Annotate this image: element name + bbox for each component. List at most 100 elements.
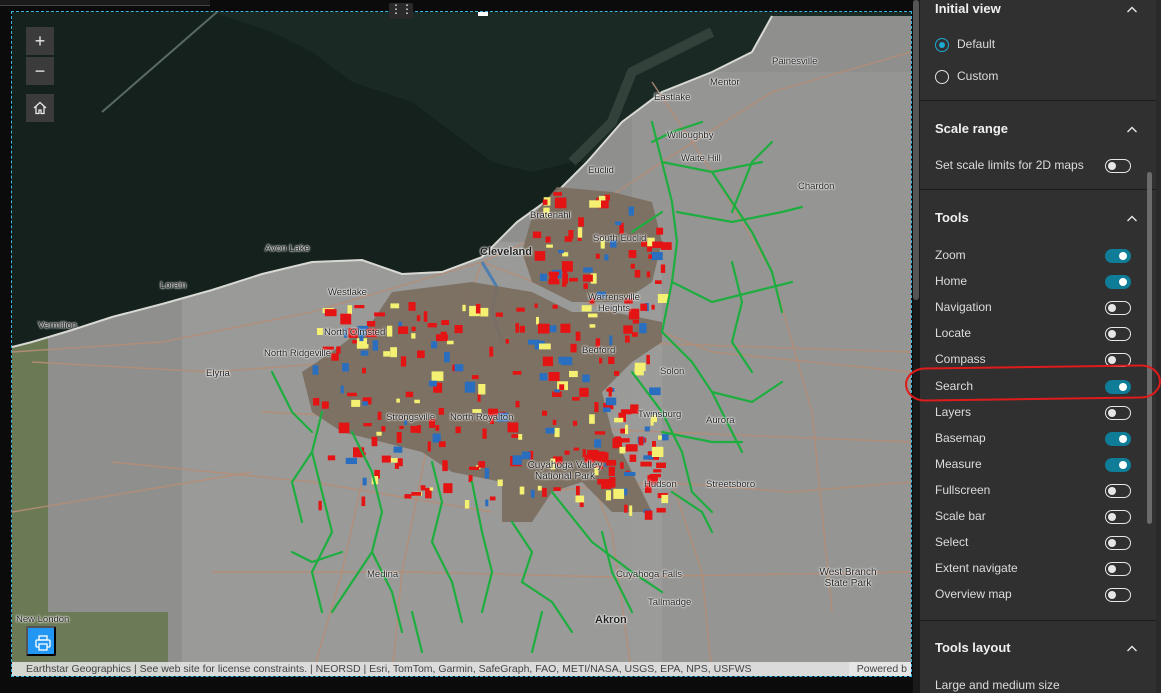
sewer-patch bbox=[646, 354, 650, 365]
sewer-patch bbox=[435, 425, 440, 431]
sewer-patch bbox=[362, 401, 368, 406]
sewer-patch bbox=[444, 351, 450, 363]
tool-toggle-extent-navigate[interactable] bbox=[1105, 562, 1131, 576]
tool-toggle-locate[interactable] bbox=[1105, 327, 1131, 341]
sewer-patch bbox=[643, 455, 654, 460]
sewer-patch bbox=[638, 436, 644, 446]
sewer-patch bbox=[661, 434, 669, 441]
sewer-patch bbox=[575, 331, 581, 341]
place-label: Bedford bbox=[582, 345, 616, 356]
sewer-patch bbox=[489, 496, 496, 501]
sewer-patch bbox=[539, 343, 551, 350]
tool-toggle-zoom[interactable] bbox=[1105, 249, 1131, 263]
sewer-patch bbox=[312, 365, 319, 375]
radio-default[interactable] bbox=[935, 38, 949, 52]
zoom-out-button[interactable]: − bbox=[26, 57, 54, 85]
sewer-patch bbox=[532, 231, 542, 239]
chevron-up-icon[interactable] bbox=[1126, 212, 1138, 224]
place-label: Mentor bbox=[710, 77, 740, 88]
panel-scrollbar[interactable] bbox=[1147, 172, 1152, 524]
sewer-patch bbox=[630, 263, 635, 269]
sewer-patch bbox=[537, 323, 550, 334]
sewer-patch bbox=[396, 398, 400, 403]
print-button[interactable] bbox=[26, 626, 56, 656]
sewer-patch bbox=[399, 425, 404, 430]
scale-limits-toggle[interactable] bbox=[1105, 159, 1131, 173]
place-label: New London bbox=[16, 614, 70, 625]
map-view[interactable]: Painesville Mentor Eastlake Willoughby W… bbox=[12, 12, 911, 676]
initial-view-section: Initial view Default Custom bbox=[920, 0, 1156, 100]
sewer-patch bbox=[604, 254, 609, 261]
sewer-patch bbox=[634, 367, 644, 376]
sewer-patch bbox=[374, 312, 385, 317]
sewer-patch bbox=[340, 385, 344, 394]
sewer-patch bbox=[542, 410, 548, 416]
tool-toggle-search[interactable] bbox=[1105, 380, 1131, 394]
top-toolbar-strip bbox=[0, 0, 210, 6]
sewer-patch bbox=[582, 274, 593, 282]
home-button[interactable] bbox=[26, 94, 54, 122]
sewer-patch bbox=[625, 424, 629, 435]
sewer-patch bbox=[484, 468, 490, 479]
tool-toggle-layers[interactable] bbox=[1105, 406, 1131, 420]
sewer-patch bbox=[342, 363, 349, 372]
tool-toggle-basemap[interactable] bbox=[1105, 432, 1131, 446]
section-title: Scale range bbox=[935, 121, 1008, 136]
sewer-patch bbox=[340, 313, 352, 325]
tool-label-select: Select bbox=[935, 535, 969, 549]
sewer-patch bbox=[562, 273, 568, 284]
sewer-patch bbox=[558, 250, 564, 254]
print-icon bbox=[35, 635, 51, 651]
powered-by-link[interactable]: Powered b bbox=[848, 662, 911, 676]
sewer-patch bbox=[548, 372, 560, 381]
tool-toggle-measure[interactable] bbox=[1105, 458, 1131, 472]
place-label: North Ridgeville bbox=[264, 348, 332, 359]
tool-toggle-fullscreen[interactable] bbox=[1105, 484, 1131, 498]
sewer-patch bbox=[650, 420, 654, 426]
sewer-patch bbox=[569, 370, 578, 378]
sewer-patch bbox=[605, 490, 611, 501]
sewer-patch bbox=[661, 494, 669, 504]
tool-label-extent-navigate: Extent navigate bbox=[935, 561, 1018, 575]
sewer-patch bbox=[546, 244, 553, 248]
sewer-patch bbox=[507, 422, 519, 433]
tool-toggle-home[interactable] bbox=[1105, 275, 1131, 289]
sewer-patch bbox=[381, 455, 391, 463]
home-icon bbox=[33, 101, 47, 115]
sewer-patch bbox=[404, 494, 412, 499]
tool-toggle-select[interactable] bbox=[1105, 536, 1131, 550]
sewer-patch bbox=[620, 462, 624, 469]
chevron-up-icon[interactable] bbox=[1126, 123, 1138, 135]
sewer-patch bbox=[411, 492, 422, 496]
sewer-patch bbox=[649, 387, 661, 396]
map-basemap bbox=[12, 12, 911, 676]
sewer-patch bbox=[594, 402, 599, 413]
sewer-patch bbox=[338, 422, 350, 434]
tool-label-navigation: Navigation bbox=[935, 300, 992, 314]
sewer-patch bbox=[639, 323, 647, 334]
sewer-patch bbox=[410, 425, 419, 433]
sewer-patch bbox=[495, 312, 503, 317]
radio-custom[interactable] bbox=[935, 70, 949, 84]
tool-toggle-compass[interactable] bbox=[1105, 353, 1131, 367]
sewer-patch bbox=[515, 323, 519, 333]
sewer-patch bbox=[469, 466, 479, 470]
sewer-patch bbox=[618, 438, 630, 443]
sewer-patch bbox=[454, 364, 464, 372]
sewer-patch bbox=[583, 267, 593, 273]
sewer-patch bbox=[552, 304, 558, 309]
sewer-patch bbox=[398, 326, 409, 334]
place-label: Solon bbox=[660, 366, 685, 377]
chevron-up-icon[interactable] bbox=[1126, 3, 1138, 15]
chevron-up-icon[interactable] bbox=[1126, 642, 1138, 654]
map-attribution: Earthstar Geographics | See web site for… bbox=[12, 662, 911, 676]
sewer-patch bbox=[480, 307, 489, 317]
drag-handle[interactable]: ⋮⋮ bbox=[389, 3, 413, 19]
tool-toggle-scale-bar[interactable] bbox=[1105, 510, 1131, 524]
map-scrollbar[interactable] bbox=[913, 0, 919, 300]
resize-handle[interactable] bbox=[478, 12, 488, 16]
tool-toggle-overview-map[interactable] bbox=[1105, 588, 1131, 602]
place-label: Elyria bbox=[206, 368, 230, 379]
zoom-in-button[interactable]: + bbox=[26, 27, 54, 55]
tool-toggle-navigation[interactable] bbox=[1105, 301, 1131, 315]
